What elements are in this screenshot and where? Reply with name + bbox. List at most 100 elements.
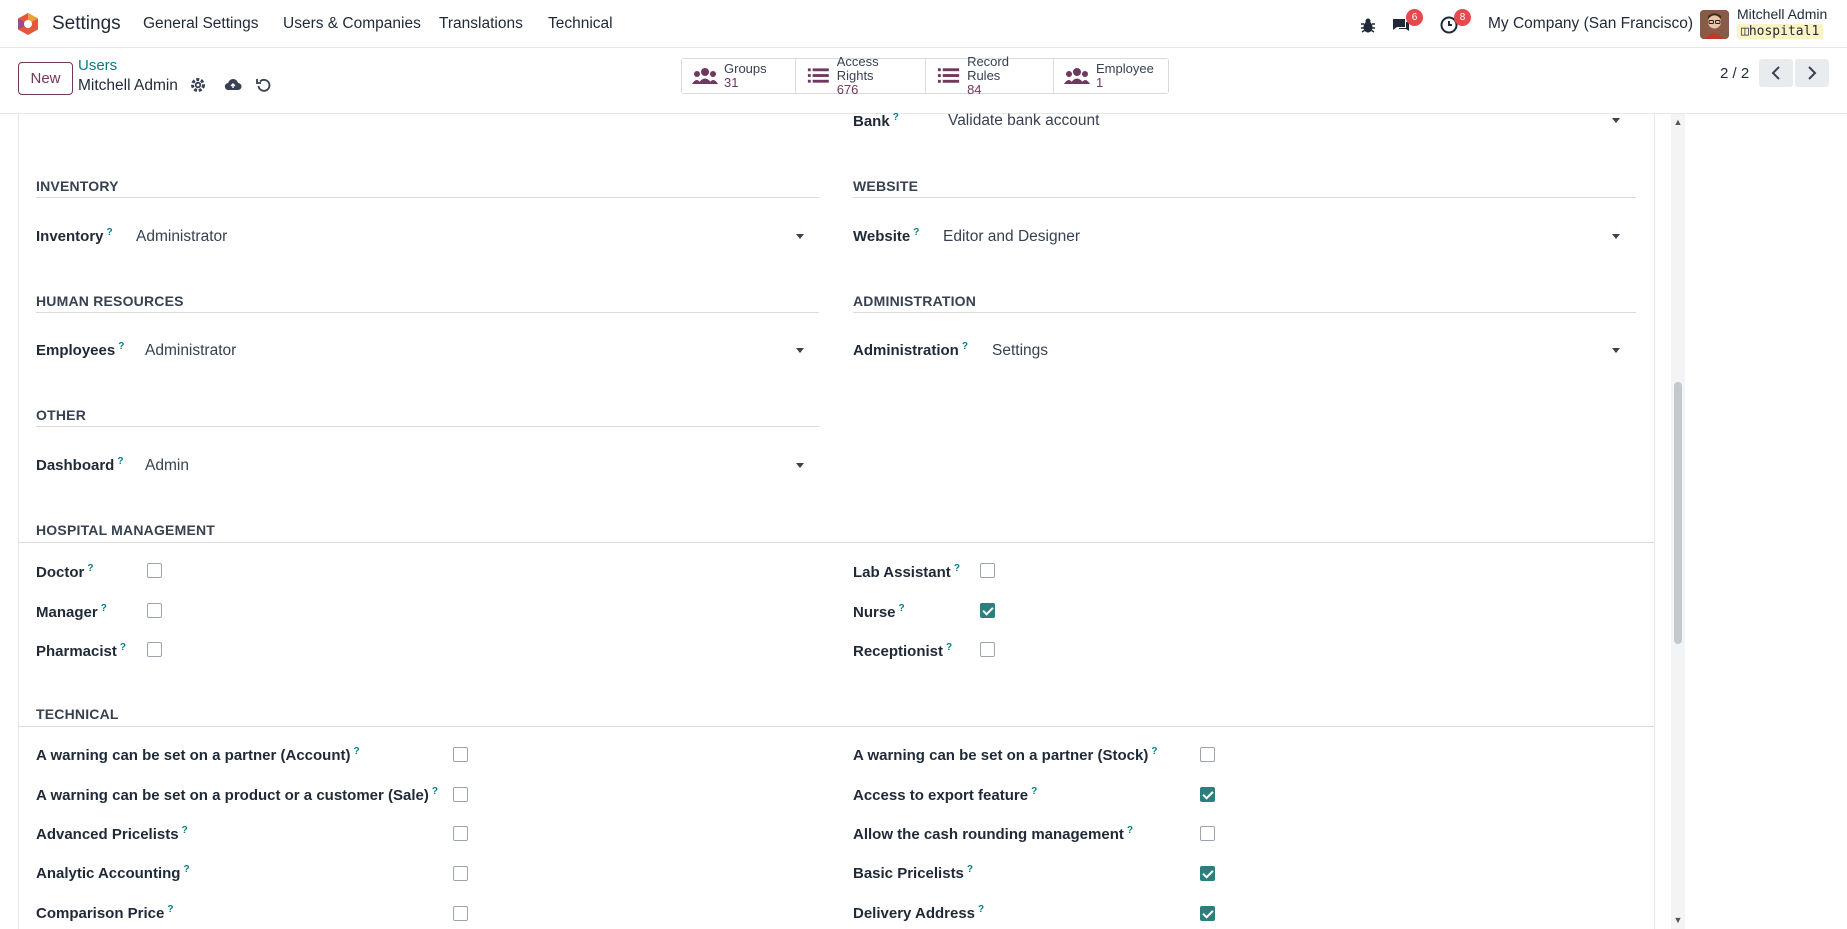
help-tooltip-icon[interactable]: ? bbox=[1151, 746, 1157, 757]
smart-button-employee[interactable]: Employee 1 bbox=[1054, 59, 1168, 93]
field-label-employees-text: Employees bbox=[36, 342, 116, 359]
help-tooltip-icon[interactable]: ? bbox=[946, 642, 952, 653]
menu-technical[interactable]: Technical bbox=[548, 15, 613, 33]
pager-value[interactable]: 2 / 2 bbox=[1720, 65, 1749, 82]
checkbox-comparison-price[interactable] bbox=[453, 906, 468, 921]
field-label-inventory: Inventory? bbox=[36, 227, 113, 245]
users-group-icon bbox=[692, 68, 718, 84]
help-tooltip-icon[interactable]: ? bbox=[182, 825, 188, 836]
checkbox-warning-partner-stock[interactable] bbox=[1200, 747, 1215, 762]
select-administration[interactable]: Settings bbox=[992, 342, 1048, 360]
help-tooltip-icon[interactable]: ? bbox=[967, 864, 973, 875]
checkbox-doctor[interactable] bbox=[147, 563, 162, 578]
help-tooltip-icon[interactable]: ? bbox=[962, 341, 968, 352]
field-label-doctor-text: Doctor bbox=[36, 564, 85, 581]
pager-previous-button[interactable] bbox=[1759, 59, 1793, 87]
smart-button-groups[interactable]: Groups 31 bbox=[682, 59, 796, 93]
select-website[interactable]: Editor and Designer bbox=[943, 228, 1080, 246]
chevron-down-icon[interactable] bbox=[796, 348, 804, 353]
smart-button-access-rights[interactable]: Access Rights 676 bbox=[796, 55, 926, 97]
chevron-down-icon[interactable] bbox=[1612, 348, 1620, 353]
help-tooltip-icon[interactable]: ? bbox=[978, 904, 984, 915]
user-avatar[interactable] bbox=[1700, 10, 1729, 39]
field-label-warning-partner-stock: A warning can be set on a partner (Stock… bbox=[853, 746, 1157, 764]
smart-button-groups-value: 31 bbox=[724, 75, 739, 90]
debug-bug-icon[interactable] bbox=[1357, 14, 1379, 36]
field-label-dashboard: Dashboard? bbox=[36, 456, 123, 474]
vertical-scrollbar[interactable]: ▲ ▼ bbox=[1671, 114, 1685, 929]
database-name: ◫hospital1 bbox=[1737, 24, 1824, 39]
help-tooltip-icon[interactable]: ? bbox=[899, 603, 905, 614]
checkbox-nurse[interactable] bbox=[980, 603, 995, 618]
chevron-right-icon bbox=[1808, 66, 1817, 80]
field-label-advanced-pricelists-text: Advanced Pricelists bbox=[36, 826, 179, 843]
checkbox-pharmacist[interactable] bbox=[147, 642, 162, 657]
app-logo-icon[interactable] bbox=[16, 12, 40, 36]
help-tooltip-icon[interactable]: ? bbox=[120, 642, 126, 653]
select-dashboard[interactable]: Admin bbox=[145, 457, 189, 475]
help-tooltip-icon[interactable]: ? bbox=[107, 227, 113, 238]
scroll-down-arrow-icon[interactable]: ▼ bbox=[1673, 915, 1683, 925]
checkbox-delivery-address[interactable] bbox=[1200, 906, 1215, 921]
checkbox-receptionist[interactable] bbox=[980, 642, 995, 657]
select-employees[interactable]: Administrator bbox=[145, 342, 236, 360]
select-inventory[interactable]: Administrator bbox=[136, 228, 227, 246]
field-label-pharmacist: Pharmacist? bbox=[36, 642, 126, 660]
save-cloud-icon[interactable] bbox=[224, 76, 242, 94]
breadcrumb-users[interactable]: Users bbox=[78, 57, 117, 74]
menu-translations[interactable]: Translations bbox=[439, 15, 523, 33]
help-tooltip-icon[interactable]: ? bbox=[954, 563, 960, 574]
help-tooltip-icon[interactable]: ? bbox=[101, 603, 107, 614]
database-name-text: hospital1 bbox=[1748, 24, 1820, 39]
field-label-receptionist-text: Receptionist bbox=[853, 643, 944, 660]
help-tooltip-icon[interactable]: ? bbox=[432, 786, 438, 797]
checkbox-lab-assistant[interactable] bbox=[980, 563, 995, 578]
help-tooltip-icon[interactable]: ? bbox=[1127, 825, 1133, 836]
help-tooltip-icon[interactable]: ? bbox=[893, 112, 899, 123]
list-icon bbox=[937, 68, 960, 83]
section-divider bbox=[18, 542, 1654, 543]
help-tooltip-icon[interactable]: ? bbox=[117, 456, 123, 467]
scroll-up-arrow-icon[interactable]: ▲ bbox=[1673, 117, 1683, 127]
field-label-administration-text: Administration bbox=[853, 342, 959, 359]
help-tooltip-icon[interactable]: ? bbox=[167, 904, 173, 915]
field-label-warning-partner-stock-text: A warning can be set on a partner (Stock… bbox=[853, 747, 1149, 764]
chevron-down-icon[interactable] bbox=[796, 463, 804, 468]
field-label-warning-partner-account: A warning can be set on a partner (Accou… bbox=[36, 746, 360, 764]
help-tooltip-icon[interactable]: ? bbox=[118, 341, 124, 352]
new-button[interactable]: New bbox=[18, 62, 73, 95]
help-tooltip-icon[interactable]: ? bbox=[183, 864, 189, 875]
select-bank[interactable]: Validate bank account bbox=[948, 112, 1099, 130]
help-tooltip-icon[interactable]: ? bbox=[1031, 786, 1037, 797]
menu-general-settings[interactable]: General Settings bbox=[143, 15, 258, 33]
field-label-bank: Bank? bbox=[853, 112, 899, 130]
field-label-employees: Employees? bbox=[36, 341, 124, 359]
help-tooltip-icon[interactable]: ? bbox=[913, 227, 919, 238]
chevron-down-icon[interactable] bbox=[796, 234, 804, 239]
checkbox-manager[interactable] bbox=[147, 603, 162, 618]
checkbox-cash-rounding[interactable] bbox=[1200, 826, 1215, 841]
checkbox-advanced-pricelists[interactable] bbox=[453, 826, 468, 841]
help-tooltip-icon[interactable]: ? bbox=[87, 563, 93, 574]
checkbox-analytic-accounting[interactable] bbox=[453, 866, 468, 881]
smart-button-groups-label: Groups bbox=[724, 61, 767, 76]
chevron-down-icon[interactable] bbox=[1612, 234, 1620, 239]
discard-undo-icon[interactable] bbox=[255, 76, 273, 94]
field-label-lab-assistant-text: Lab Assistant bbox=[853, 564, 951, 581]
user-name[interactable]: Mitchell Admin bbox=[1737, 6, 1827, 22]
pager-next-button[interactable] bbox=[1795, 59, 1829, 87]
smart-buttons: Groups 31 Access Rights 676 Record Rules 84 bbox=[681, 55, 1169, 97]
company-switcher[interactable]: My Company (San Francisco) bbox=[1488, 15, 1693, 33]
checkbox-warning-product-sale[interactable] bbox=[453, 787, 468, 802]
scrollbar-thumb[interactable] bbox=[1674, 382, 1682, 644]
checkbox-export-feature[interactable] bbox=[1200, 787, 1215, 802]
checkbox-basic-pricelists[interactable] bbox=[1200, 866, 1215, 881]
chevron-down-icon[interactable] bbox=[1612, 118, 1620, 123]
help-tooltip-icon[interactable]: ? bbox=[354, 746, 360, 757]
app-name[interactable]: Settings bbox=[52, 13, 121, 35]
gear-icon[interactable] bbox=[189, 76, 207, 94]
checkbox-warning-partner-account[interactable] bbox=[453, 747, 468, 762]
menu-users-companies[interactable]: Users & Companies bbox=[283, 15, 421, 33]
field-label-lab-assistant: Lab Assistant? bbox=[853, 563, 960, 581]
smart-button-record-rules[interactable]: Record Rules 84 bbox=[926, 55, 1054, 97]
